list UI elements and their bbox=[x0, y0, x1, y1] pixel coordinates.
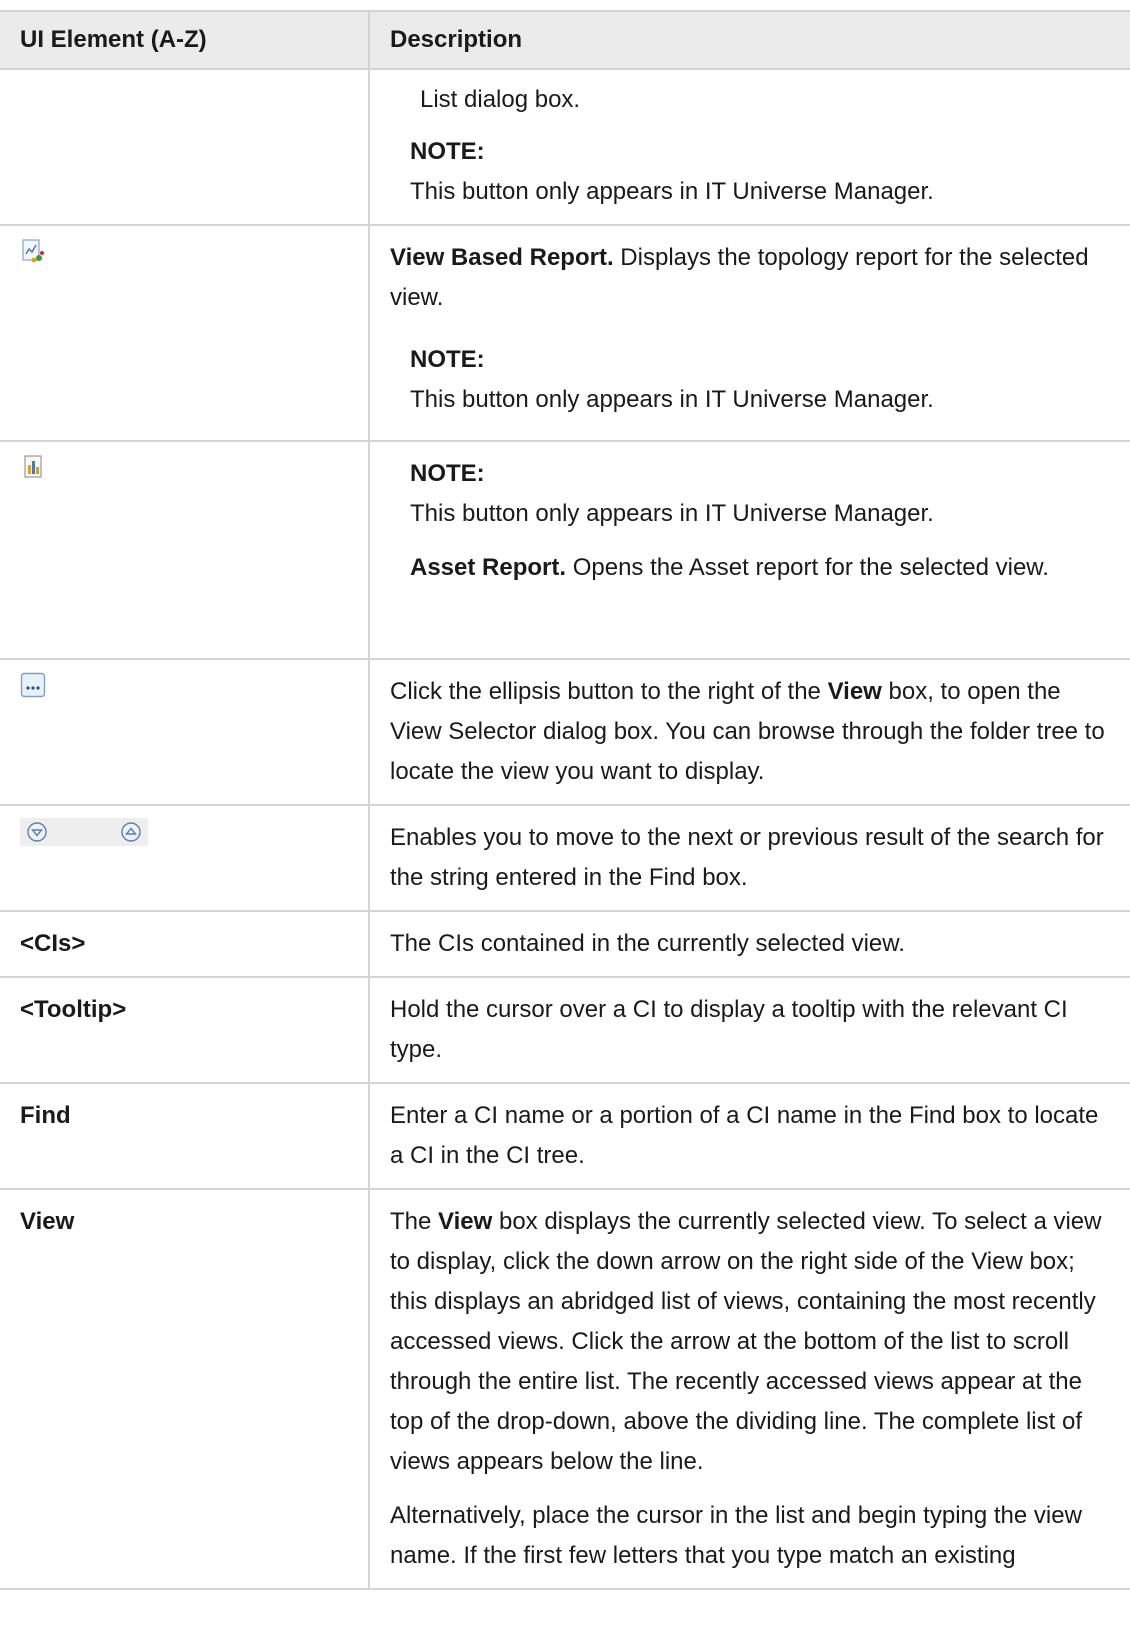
description-text: List dialog box. bbox=[420, 86, 581, 113]
column-header-ui-element: UI Element (A-Z) bbox=[0, 10, 370, 70]
element-name: <CIs> bbox=[20, 930, 86, 957]
bold-term: View bbox=[827, 678, 882, 705]
note-text: This button only appears in IT Universe … bbox=[410, 500, 934, 527]
element-name: <Tooltip> bbox=[20, 996, 127, 1023]
table-row: NOTE: This button only appears in IT Uni… bbox=[0, 440, 1130, 660]
table-header-row: UI Element (A-Z) Description bbox=[0, 10, 1130, 70]
note-block: NOTE: This button only appears in IT Uni… bbox=[390, 340, 1110, 420]
document-page: UI Element (A-Z) Description List dialog… bbox=[0, 0, 1130, 1648]
description-cell: The View box displays the currently sele… bbox=[368, 1188, 1130, 1590]
ui-elements-table: UI Element (A-Z) Description List dialog… bbox=[0, 10, 1130, 1590]
element-name: View bbox=[20, 1208, 75, 1235]
description-cell: The CIs contained in the currently selec… bbox=[368, 910, 1130, 978]
note-text: This button only appears in IT Universe … bbox=[410, 386, 934, 413]
text-part: The bbox=[390, 1208, 439, 1235]
element-cell bbox=[0, 658, 370, 806]
description-text: Enables you to move to the next or previ… bbox=[390, 824, 1104, 891]
text-part: box displays the currently selected view… bbox=[390, 1208, 1102, 1475]
asset-report-icon[interactable] bbox=[20, 454, 46, 480]
table-row: <Tooltip> Hold the cursor over a CI to d… bbox=[0, 976, 1130, 1084]
item-title: View Based Report. bbox=[390, 244, 614, 271]
description-cell: List dialog box. NOTE: This button only … bbox=[368, 68, 1130, 226]
element-cell bbox=[0, 804, 370, 912]
description-cell: Enables you to move to the next or previ… bbox=[368, 804, 1130, 912]
item-title: Asset Report. bbox=[410, 554, 567, 581]
find-navigation-buttons bbox=[20, 818, 148, 846]
element-cell: <CIs> bbox=[0, 910, 370, 978]
element-cell bbox=[0, 440, 370, 660]
description-text: Hold the cursor over a CI to display a t… bbox=[390, 996, 1068, 1063]
element-cell: Find bbox=[0, 1082, 370, 1190]
note-text: This button only appears in IT Universe … bbox=[410, 178, 934, 205]
text-part: Click the ellipsis button to the right o… bbox=[390, 678, 828, 705]
description-cell: Enter a CI name or a portion of a CI nam… bbox=[368, 1082, 1130, 1190]
next-result-icon[interactable] bbox=[24, 819, 50, 845]
table-row: Click the ellipsis button to the right o… bbox=[0, 658, 1130, 806]
note-title: NOTE: bbox=[410, 346, 485, 373]
table-row: <CIs> The CIs contained in the currently… bbox=[0, 910, 1130, 978]
description-text: View Based Report. Displays the topology… bbox=[390, 238, 1110, 318]
note-block: NOTE: This button only appears in IT Uni… bbox=[390, 454, 1110, 588]
description-cell: Hold the cursor over a CI to display a t… bbox=[368, 976, 1130, 1084]
element-cell: View bbox=[0, 1188, 370, 1590]
note-block: NOTE: This button only appears in IT Uni… bbox=[390, 132, 1110, 212]
element-name: Find bbox=[20, 1102, 71, 1129]
item-text: Opens the Asset report for the selected … bbox=[566, 554, 1049, 581]
note-title: NOTE: bbox=[410, 138, 485, 165]
view-based-report-icon[interactable] bbox=[20, 238, 46, 264]
note-title: NOTE: bbox=[410, 460, 485, 487]
description-cell: View Based Report. Displays the topology… bbox=[368, 224, 1130, 442]
description-cell: Click the ellipsis button to the right o… bbox=[368, 658, 1130, 806]
table-row: View The View box displays the currently… bbox=[0, 1188, 1130, 1590]
table-row: Enables you to move to the next or previ… bbox=[0, 804, 1130, 912]
description-cell: NOTE: This button only appears in IT Uni… bbox=[368, 440, 1130, 660]
previous-result-icon[interactable] bbox=[118, 819, 144, 845]
element-cell: <Tooltip> bbox=[0, 976, 370, 1084]
description-text: Enter a CI name or a portion of a CI nam… bbox=[390, 1102, 1099, 1169]
description-text: Click the ellipsis button to the right o… bbox=[390, 672, 1110, 792]
bold-term: View bbox=[438, 1208, 493, 1235]
description-text: The View box displays the currently sele… bbox=[390, 1202, 1110, 1482]
table-row: View Based Report. Displays the topology… bbox=[0, 224, 1130, 442]
ellipsis-button-icon[interactable] bbox=[20, 672, 46, 698]
element-cell bbox=[0, 68, 370, 226]
description-text: The CIs contained in the currently selec… bbox=[390, 930, 905, 957]
column-header-description: Description bbox=[368, 10, 1130, 70]
element-cell bbox=[0, 224, 370, 442]
description-text: Asset Report. Opens the Asset report for… bbox=[410, 548, 1110, 588]
description-text: Alternatively, place the cursor in the l… bbox=[390, 1502, 1082, 1569]
table-row: Find Enter a CI name or a portion of a C… bbox=[0, 1082, 1130, 1190]
table-row: List dialog box. NOTE: This button only … bbox=[0, 68, 1130, 226]
